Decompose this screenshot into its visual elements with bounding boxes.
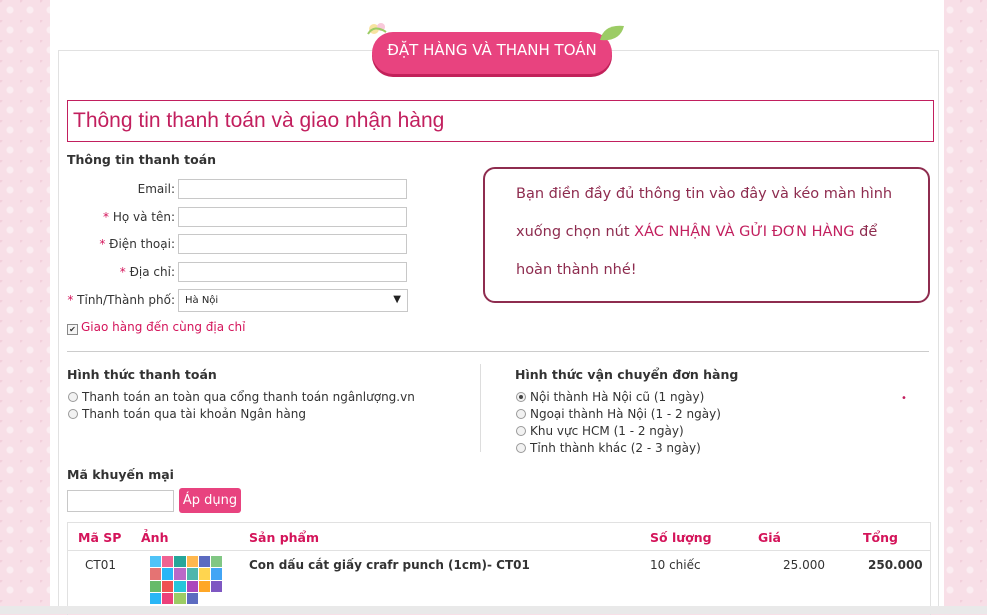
payment-option-bank[interactable]: Thanh toán qua tài khoản Ngân hàng: [68, 407, 306, 421]
product-thumbnail[interactable]: [150, 556, 222, 604]
col-header-product: Sản phẩm: [249, 530, 319, 545]
same-address-checkbox[interactable]: ✔ Giao hàng đến cùng địa chỉ: [67, 320, 245, 335]
phone-label: * Điện thoại:: [99, 237, 175, 251]
row-quantity: 10 chiếc: [650, 558, 701, 572]
checkout-panel: ĐẶT HÀNG VÀ THANH TOÁN Thông tin thanh t…: [50, 0, 944, 615]
checkbox-icon[interactable]: ✔: [67, 324, 78, 335]
row-total: 250.000: [868, 558, 923, 572]
row-price: 25.000: [783, 558, 825, 572]
col-header-total: Tổng: [863, 530, 898, 545]
col-header-price: Giá: [758, 530, 781, 545]
radio-icon[interactable]: [516, 426, 526, 436]
shipping-option-other[interactable]: Tỉnh thành khác (2 - 3 ngày): [516, 441, 701, 455]
col-header-qty: Số lượng: [650, 530, 712, 545]
promo-code-input[interactable]: [67, 490, 174, 512]
order-table: Mã SP Ảnh Sản phẩm Số lượng Giá Tổng CT0…: [67, 522, 931, 615]
name-label: * Họ và tên:: [102, 210, 175, 224]
shipping-option-hcm[interactable]: Khu vực HCM (1 - 2 ngày): [516, 424, 684, 438]
marker-dot: •: [901, 393, 907, 404]
shipping-option-hanoi-outer[interactable]: Ngoại thành Hà Nội (1 - 2 ngày): [516, 407, 721, 421]
notice-line-2: xuống chọn nút XÁC NHẬN VÀ GỬI ĐƠN HÀNG …: [516, 224, 878, 240]
confirm-order-hint: XÁC NHẬN VÀ GỬI ĐƠN HÀNG: [634, 224, 855, 240]
banner-title: ĐẶT HÀNG VÀ THANH TOÁN: [387, 41, 597, 59]
radio-icon[interactable]: [516, 409, 526, 419]
radio-selected-icon[interactable]: [516, 392, 526, 402]
column-divider: [480, 364, 481, 452]
col-header-image: Ảnh: [141, 530, 169, 545]
payment-option-nganluong[interactable]: Thanh toán an toàn qua cổng thanh toán n…: [68, 390, 415, 404]
page-banner: ĐẶT HÀNG VÀ THANH TOÁN: [367, 23, 624, 74]
email-label: Email:: [137, 182, 175, 196]
section-divider: [67, 351, 929, 352]
shipping-option-hanoi-inner[interactable]: Nội thành Hà Nội cũ (1 ngày): [516, 390, 704, 404]
name-field[interactable]: [178, 207, 407, 227]
row-product-name[interactable]: Con dấu cắt giấy crafr punch (1cm)- CT01: [249, 558, 530, 572]
same-address-label: Giao hàng đến cùng địa chỉ: [81, 320, 246, 334]
radio-icon[interactable]: [516, 443, 526, 453]
row-product-code: CT01: [85, 558, 116, 572]
city-select[interactable]: Hà Nội ▼: [178, 289, 408, 312]
flower-decoration-icon: [367, 23, 387, 35]
col-header-code: Mã SP: [78, 530, 122, 545]
address-field[interactable]: [178, 262, 407, 282]
notice-line-1: Bạn điền đầy đủ thông tin vào đây và kéo…: [516, 186, 893, 202]
instruction-notice: Bạn điền đầy đủ thông tin vào đây và kéo…: [483, 167, 930, 303]
shipping-heading: Hình thức vận chuyển đơn hàng: [515, 367, 739, 382]
radio-icon[interactable]: [68, 409, 78, 419]
radio-icon[interactable]: [68, 392, 78, 402]
dropdown-arrow-icon: ▼: [393, 294, 401, 305]
email-field[interactable]: [178, 179, 407, 199]
notice-line-3: hoàn thành nhé!: [516, 262, 637, 278]
section-title: Thông tin thanh toán và giao nhận hàng: [67, 100, 934, 142]
phone-field[interactable]: [178, 234, 407, 254]
city-select-value: Hà Nội: [185, 295, 219, 306]
table-header-divider: [68, 550, 930, 551]
billing-heading: Thông tin thanh toán: [67, 152, 217, 167]
promo-heading: Mã khuyến mại: [67, 467, 174, 482]
leaf-decoration-icon: [600, 25, 624, 41]
apply-promo-button[interactable]: Áp dụng: [179, 488, 241, 513]
address-label: * Địa chỉ:: [119, 265, 175, 279]
horizontal-scrollbar[interactable]: [0, 606, 987, 614]
payment-heading: Hình thức thanh toán: [67, 367, 217, 382]
city-label: * Tỉnh/Thành phố:: [67, 293, 175, 307]
